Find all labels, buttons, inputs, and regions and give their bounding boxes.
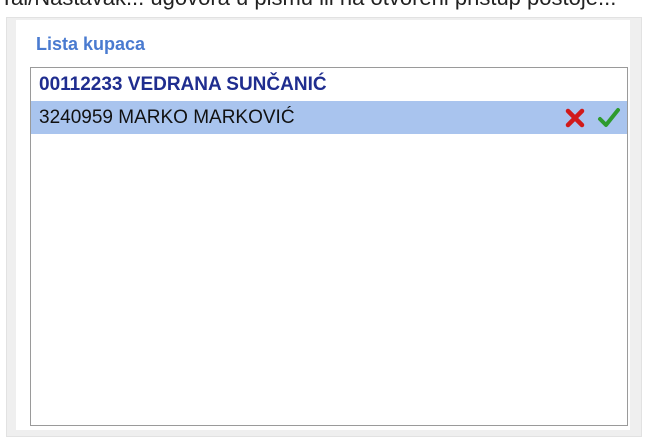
list-item-selected[interactable]: 3240959 MARKO MARKOVIĆ	[31, 101, 627, 134]
cropped-text: Tal/Nastavak... ugovora u pismu ili na o…	[0, 0, 616, 11]
list-item-label: 00112233 VEDRANA SUNČANIĆ	[39, 74, 327, 95]
list-item[interactable]: 00112233 VEDRANA SUNČANIĆ	[31, 68, 627, 101]
delete-icon[interactable]	[563, 106, 587, 130]
customer-list[interactable]: 00112233 VEDRANA SUNČANIĆ 3240959 MARKO …	[30, 67, 628, 426]
row-actions	[563, 105, 621, 131]
list-item-label: 3240959 MARKO MARKOVIĆ	[39, 107, 295, 128]
page: Tal/Nastavak... ugovora u pismu ili na o…	[0, 0, 648, 442]
confirm-icon[interactable]	[597, 106, 621, 130]
panel-title: Lista kupaca	[36, 34, 146, 54]
customer-list-panel: Lista kupaca 00112233 VEDRANA SUNČANIĆ 3…	[16, 20, 630, 430]
